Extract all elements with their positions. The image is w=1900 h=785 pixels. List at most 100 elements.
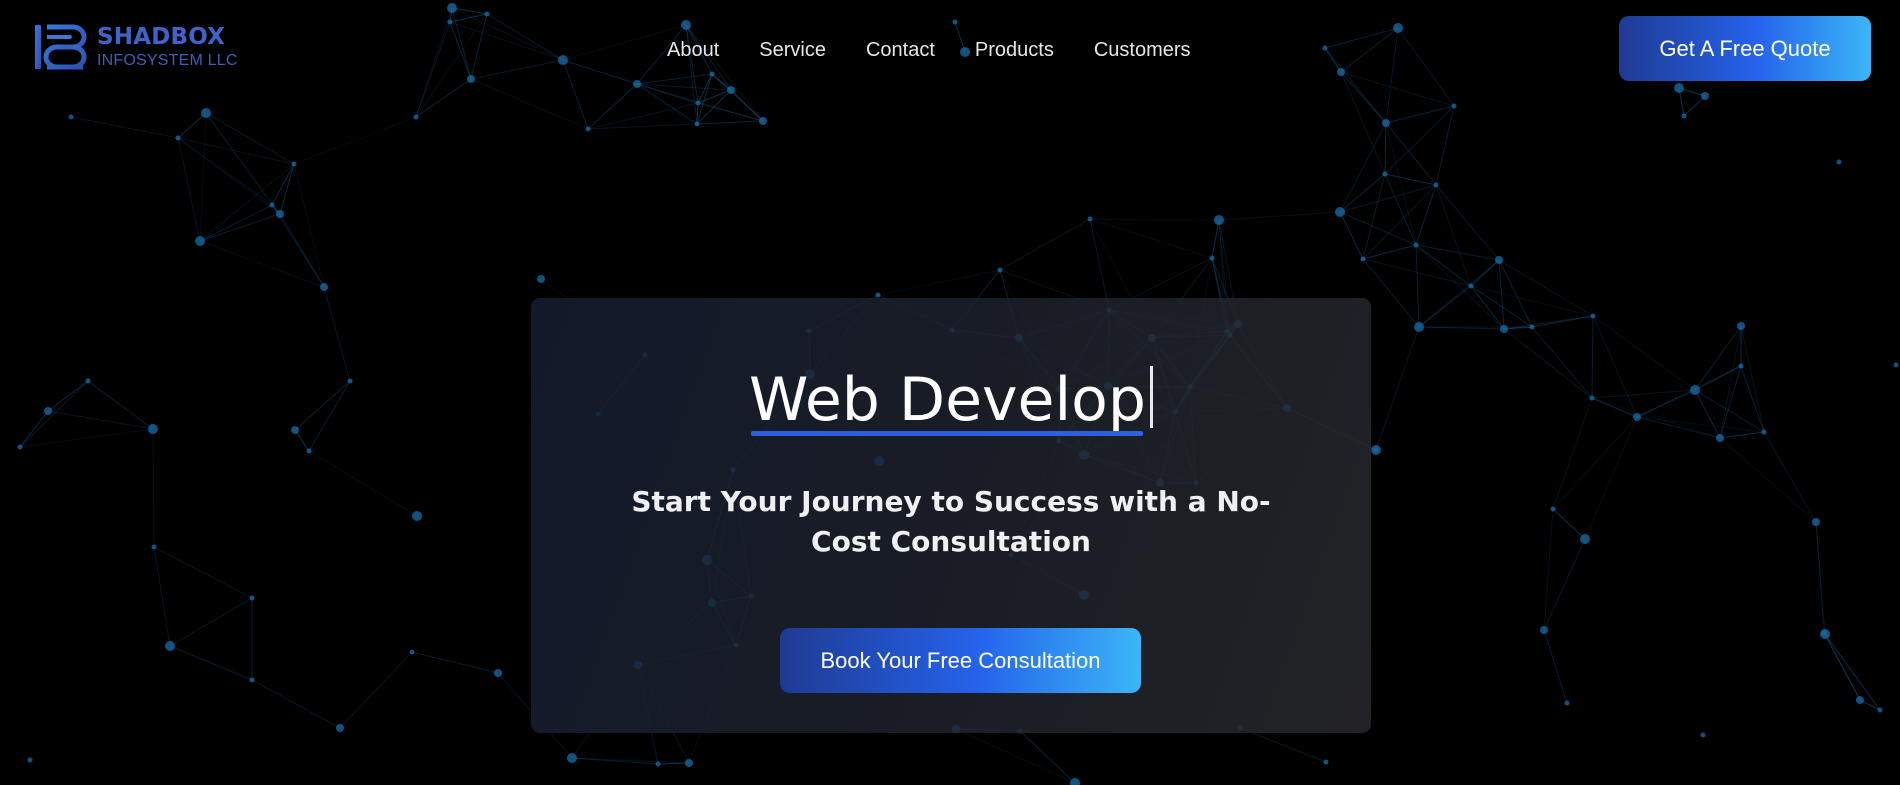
- network-node: [249, 677, 255, 683]
- network-node: [685, 759, 693, 767]
- network-node: [1500, 325, 1508, 333]
- network-node: [269, 202, 275, 208]
- network-line: [1531, 315, 1594, 328]
- network-line: [1418, 285, 1472, 328]
- brand-subtitle: INFOSYSTEM LLC: [97, 52, 238, 69]
- network-line: [999, 218, 1091, 271]
- network-node: [1589, 395, 1595, 401]
- network-node: [1451, 103, 1457, 109]
- network-line: [1362, 244, 1417, 260]
- network-line: [1552, 508, 1586, 540]
- network-node: [875, 292, 881, 298]
- network-node: [1590, 313, 1596, 319]
- network-node: [997, 267, 1003, 273]
- network-node: [1633, 413, 1641, 421]
- network-line: [47, 410, 154, 430]
- network-node: [291, 426, 299, 434]
- network-line: [1339, 184, 1437, 213]
- nav-item-contact[interactable]: Contact: [866, 37, 935, 63]
- network-node: [1371, 445, 1381, 455]
- network-line: [1763, 431, 1817, 523]
- network-node: [694, 121, 700, 127]
- network-node: [276, 210, 284, 218]
- network-line: [19, 380, 89, 448]
- network-line: [1239, 727, 1327, 763]
- sb-monogram-icon: [35, 24, 87, 70]
- network-node: [412, 511, 422, 521]
- network-node: [1360, 256, 1366, 262]
- network-line: [308, 450, 418, 517]
- network-node: [68, 114, 74, 120]
- network-line: [19, 410, 49, 448]
- network-node: [1382, 119, 1390, 127]
- network-node: [320, 283, 328, 291]
- network-line: [1362, 173, 1386, 260]
- network-line: [1384, 122, 1387, 175]
- main-nav: About Service Contact Products Customers: [667, 37, 1191, 63]
- network-line: [1531, 326, 1593, 399]
- network-line: [1823, 632, 1881, 711]
- network-node: [1468, 283, 1474, 289]
- network-node: [1433, 182, 1439, 188]
- network-line: [70, 116, 179, 139]
- network-line: [169, 597, 253, 647]
- network-node: [195, 236, 205, 246]
- network-line: [1415, 244, 1420, 328]
- typed-headline: Web Develop: [531, 364, 1371, 436]
- network-line: [1543, 629, 1568, 704]
- network-line: [1435, 184, 1472, 287]
- network-node: [494, 669, 502, 677]
- network-node: [1323, 759, 1329, 765]
- network-node: [165, 641, 175, 651]
- network-line: [1362, 258, 1420, 328]
- network-node: [1821, 630, 1827, 636]
- network-line: [1503, 328, 1593, 399]
- network-line: [1719, 437, 1817, 523]
- network-node: [306, 448, 312, 454]
- network-line: [877, 269, 1001, 296]
- book-consultation-button[interactable]: Book Your Free Consultation: [780, 628, 1141, 693]
- brand-text: SHADBOX INFOSYSTEM LLC: [97, 23, 238, 71]
- network-line: [1636, 416, 1721, 439]
- network-line: [1552, 416, 1638, 510]
- network-line: [251, 679, 341, 729]
- network-node: [1382, 171, 1388, 177]
- get-free-quote-button[interactable]: Get A Free Quote: [1619, 16, 1871, 81]
- network-line: [1435, 184, 1500, 261]
- typing-caret: [1149, 366, 1153, 428]
- network-line: [1719, 365, 1742, 439]
- network-node: [347, 378, 353, 384]
- network-node: [1214, 215, 1224, 225]
- network-line: [1694, 325, 1742, 391]
- network-line: [1218, 211, 1341, 221]
- network-node: [1716, 434, 1724, 442]
- nav-item-products[interactable]: Products: [975, 37, 1054, 63]
- network-line: [1089, 218, 1110, 311]
- network-line: [1089, 218, 1220, 221]
- network-node: [1209, 255, 1215, 261]
- network-node: [1893, 362, 1899, 368]
- network-node: [27, 757, 33, 763]
- network-line: [1089, 218, 1213, 259]
- network-line: [294, 380, 351, 431]
- network-node: [336, 724, 344, 732]
- network-node: [249, 595, 255, 601]
- network-line: [1591, 315, 1594, 399]
- network-line: [1591, 397, 1721, 439]
- brand-logo[interactable]: SHADBOX INFOSYSTEM LLC: [33, 22, 238, 72]
- network-line: [657, 762, 690, 765]
- network-node: [413, 114, 419, 120]
- network-line: [153, 546, 253, 599]
- network-line: [1719, 325, 1742, 439]
- network-node: [44, 407, 52, 415]
- network-line: [19, 428, 154, 448]
- network-node: [1856, 696, 1864, 704]
- network-line: [153, 546, 171, 647]
- network-line: [1339, 211, 1364, 260]
- network-node: [1087, 216, 1093, 222]
- network-node: [1700, 732, 1706, 738]
- nav-item-customers[interactable]: Customers: [1094, 37, 1191, 63]
- nav-item-service[interactable]: Service: [759, 37, 826, 63]
- nav-item-about[interactable]: About: [667, 37, 719, 63]
- network-line: [1823, 632, 1861, 701]
